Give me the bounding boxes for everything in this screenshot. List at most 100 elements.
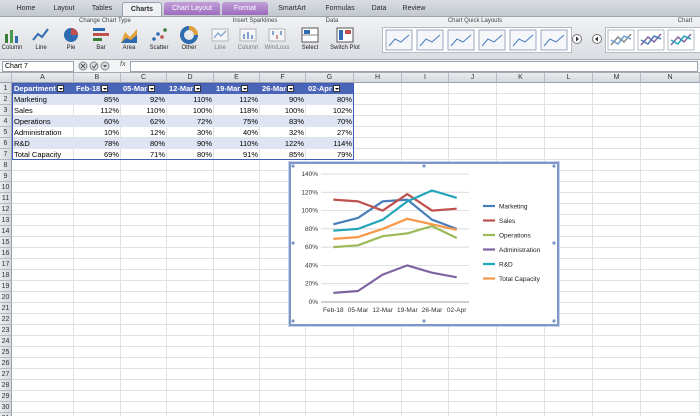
table-header-cell[interactable]: 12-Mar bbox=[167, 83, 214, 94]
table-cell[interactable]: 85% bbox=[74, 94, 121, 105]
formula-input[interactable] bbox=[130, 61, 698, 72]
row-header-11[interactable]: 11 bbox=[0, 193, 12, 204]
table-cell[interactable]: 12% bbox=[121, 127, 167, 138]
column-header-d[interactable]: D bbox=[167, 73, 214, 83]
column-header-n[interactable]: N bbox=[641, 73, 700, 83]
table-cell[interactable]: 83% bbox=[260, 116, 306, 127]
table-cell[interactable]: 91% bbox=[214, 149, 260, 160]
scatter-chart-button[interactable]: Scatter bbox=[144, 24, 174, 58]
tab-layout[interactable]: Layout bbox=[46, 2, 82, 15]
table-cell[interactable]: 85% bbox=[260, 149, 306, 160]
table-cell[interactable]: Marketing bbox=[12, 94, 74, 105]
table-header-cell[interactable]: 05-Mar bbox=[121, 83, 167, 94]
row-header-26[interactable]: 26 bbox=[0, 358, 12, 369]
column-header-l[interactable]: L bbox=[545, 73, 593, 83]
column-chart-button[interactable]: Column bbox=[0, 24, 24, 58]
row-header-19[interactable]: 19 bbox=[0, 281, 12, 292]
switch-plot-button[interactable]: Switch Plot bbox=[325, 24, 365, 58]
row-header-29[interactable]: 29 bbox=[0, 391, 12, 402]
row-header-8[interactable]: 8 bbox=[0, 160, 12, 171]
row-header-27[interactable]: 27 bbox=[0, 369, 12, 380]
table-cell[interactable]: 90% bbox=[167, 138, 214, 149]
row-header-24[interactable]: 24 bbox=[0, 336, 12, 347]
select-all-corner[interactable] bbox=[0, 73, 12, 83]
chart-styles-prev-button[interactable] bbox=[592, 33, 602, 45]
column-header-m[interactable]: M bbox=[593, 73, 641, 83]
tab-tables[interactable]: Tables bbox=[84, 2, 120, 15]
sparkline-winloss-button[interactable]: Win/Loss bbox=[262, 24, 292, 58]
row-header-12[interactable]: 12 bbox=[0, 204, 12, 215]
filter-dropdown-icon[interactable] bbox=[241, 84, 249, 92]
column-header-b[interactable]: B bbox=[74, 73, 121, 83]
row-header-5[interactable]: 5 bbox=[0, 127, 12, 138]
column-header-i[interactable]: I bbox=[402, 73, 449, 83]
table-cell[interactable]: 30% bbox=[167, 127, 214, 138]
table-cell[interactable]: 78% bbox=[74, 138, 121, 149]
table-cell[interactable]: 40% bbox=[214, 127, 260, 138]
column-header-j[interactable]: J bbox=[449, 73, 497, 83]
tab-charts[interactable]: Charts bbox=[122, 2, 162, 16]
quick-layouts-next-button[interactable] bbox=[572, 33, 582, 45]
table-cell[interactable]: 100% bbox=[167, 105, 214, 116]
table-cell[interactable]: Sales bbox=[12, 105, 74, 116]
table-cell[interactable]: 90% bbox=[260, 94, 306, 105]
table-header-cell[interactable]: 26-Mar bbox=[260, 83, 306, 94]
table-cell[interactable]: 70% bbox=[306, 116, 354, 127]
table-cell[interactable]: 110% bbox=[121, 105, 167, 116]
table-cell[interactable]: 80% bbox=[306, 94, 354, 105]
table-cell[interactable]: 102% bbox=[306, 105, 354, 116]
table-cell[interactable]: 114% bbox=[306, 138, 354, 149]
pie-chart-button[interactable]: Pie bbox=[58, 24, 84, 58]
table-cell[interactable]: 80% bbox=[121, 138, 167, 149]
area-chart-button[interactable]: Area bbox=[116, 24, 142, 58]
line-chart-button[interactable]: Line bbox=[28, 24, 54, 58]
table-cell[interactable]: 110% bbox=[214, 138, 260, 149]
table-cell[interactable]: 69% bbox=[74, 149, 121, 160]
column-header-c[interactable]: C bbox=[121, 73, 167, 83]
sparkline-line-button[interactable]: Line bbox=[207, 24, 233, 58]
row-header-14[interactable]: 14 bbox=[0, 226, 12, 237]
column-header-a[interactable]: A bbox=[12, 73, 74, 83]
name-box[interactable]: Chart 7 bbox=[2, 61, 74, 72]
table-cell[interactable]: 75% bbox=[214, 116, 260, 127]
filter-dropdown-icon[interactable] bbox=[148, 84, 156, 92]
row-header-30[interactable]: 30 bbox=[0, 402, 12, 413]
row-header-16[interactable]: 16 bbox=[0, 248, 12, 259]
column-header-f[interactable]: F bbox=[260, 73, 306, 83]
tab-review[interactable]: Review bbox=[396, 2, 432, 15]
row-header-28[interactable]: 28 bbox=[0, 380, 12, 391]
table-cell[interactable]: 80% bbox=[167, 149, 214, 160]
row-header-20[interactable]: 20 bbox=[0, 292, 12, 303]
sparkline-column-button[interactable]: Column bbox=[235, 24, 261, 58]
row-header-9[interactable]: 9 bbox=[0, 171, 12, 182]
column-header-k[interactable]: K bbox=[497, 73, 545, 83]
table-header-cell[interactable]: 19-Mar bbox=[214, 83, 260, 94]
row-header-18[interactable]: 18 bbox=[0, 270, 12, 281]
filter-dropdown-icon[interactable] bbox=[287, 84, 295, 92]
chart-styles-gallery[interactable] bbox=[605, 27, 700, 53]
tab-data[interactable]: Data bbox=[364, 2, 394, 15]
tab-home[interactable]: Home bbox=[8, 2, 44, 15]
table-cell[interactable]: Operations bbox=[12, 116, 74, 127]
table-cell[interactable]: 72% bbox=[167, 116, 214, 127]
table-header-cell[interactable]: Feb-18 bbox=[74, 83, 121, 94]
table-cell[interactable]: 27% bbox=[306, 127, 354, 138]
embedded-line-chart[interactable]: 0% 20% 40% 60% 80% 100% 120% 140% Feb-18 05-Mar 12… bbox=[289, 162, 559, 326]
filter-dropdown-icon[interactable] bbox=[194, 84, 202, 92]
row-header-2[interactable]: 2 bbox=[0, 94, 12, 105]
row-header-4[interactable]: 4 bbox=[0, 116, 12, 127]
tab-formulas[interactable]: Formulas bbox=[318, 2, 362, 15]
table-cell[interactable]: 10% bbox=[74, 127, 121, 138]
table-cell[interactable]: Total Capacity bbox=[12, 149, 74, 160]
column-header-e[interactable]: E bbox=[214, 73, 260, 83]
table-cell[interactable]: 92% bbox=[121, 94, 167, 105]
tab-chart-layout[interactable]: Chart Layout bbox=[164, 2, 220, 15]
bar-chart-button[interactable]: Bar bbox=[88, 24, 114, 58]
filter-dropdown-icon[interactable] bbox=[56, 84, 64, 92]
table-cell[interactable]: 100% bbox=[260, 105, 306, 116]
table-header-cell[interactable]: 02-Apr bbox=[306, 83, 354, 94]
chart-quick-layouts-gallery[interactable] bbox=[382, 27, 572, 53]
row-header-25[interactable]: 25 bbox=[0, 347, 12, 358]
row-header-15[interactable]: 15 bbox=[0, 237, 12, 248]
tab-format[interactable]: Format bbox=[222, 2, 268, 15]
